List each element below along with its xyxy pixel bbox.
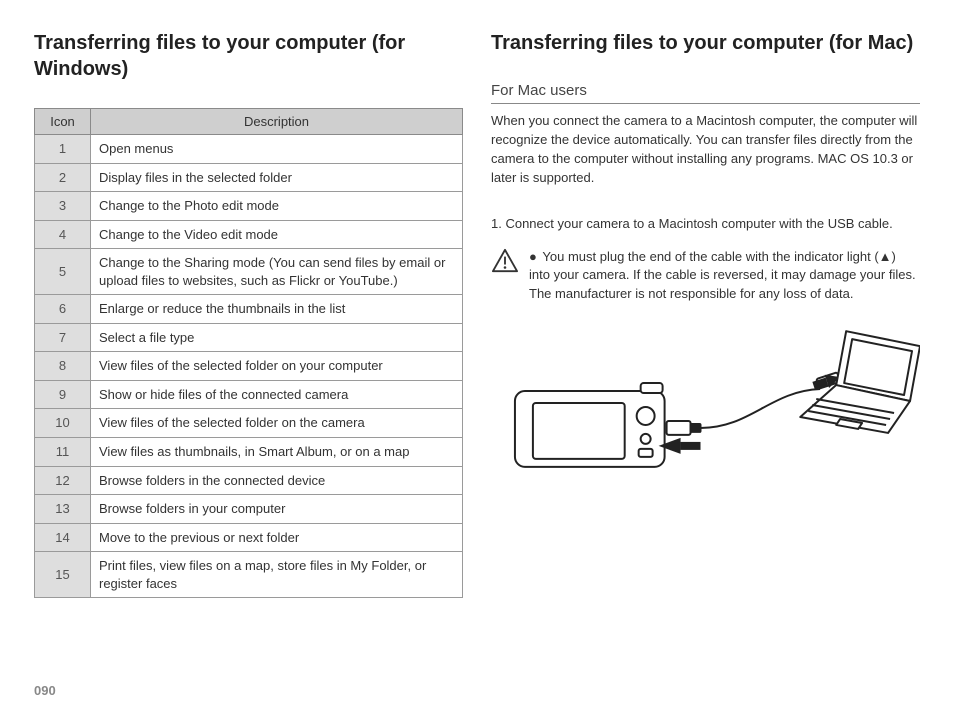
connection-diagram	[491, 321, 920, 491]
row-desc: Change to the Photo edit mode	[91, 192, 463, 221]
table-row: 9Show or hide files of the connected cam…	[35, 380, 463, 409]
row-desc: Display files in the selected folder	[91, 163, 463, 192]
row-icon: 10	[35, 409, 91, 438]
row-icon: 4	[35, 220, 91, 249]
row-icon: 9	[35, 380, 91, 409]
row-icon: 8	[35, 352, 91, 381]
right-column: Transferring files to your computer (for…	[491, 30, 920, 700]
row-icon: 7	[35, 323, 91, 352]
row-desc: Move to the previous or next folder	[91, 523, 463, 552]
row-desc: Print files, view files on a map, store …	[91, 552, 463, 598]
subheading-mac-users: For Mac users	[491, 82, 920, 104]
warning-text: ● You must plug the end of the cable wit…	[529, 248, 920, 303]
table-row: 4Change to the Video edit mode	[35, 220, 463, 249]
row-desc: Browse folders in the connected device	[91, 466, 463, 495]
warning-note: ● You must plug the end of the cable wit…	[491, 248, 920, 303]
row-icon: 15	[35, 552, 91, 598]
table-row: 11View files as thumbnails, in Smart Alb…	[35, 438, 463, 467]
table-row: 10View files of the selected folder on t…	[35, 409, 463, 438]
row-desc: Change to the Sharing mode (You can send…	[91, 249, 463, 295]
table-row: 1Open menus	[35, 135, 463, 164]
table-row: 5Change to the Sharing mode (You can sen…	[35, 249, 463, 295]
page-number: 090	[34, 683, 56, 698]
icon-description-table: Icon Description 1Open menus 2Display fi…	[34, 108, 463, 598]
warning-body: You must plug the end of the cable with …	[529, 249, 916, 300]
th-description: Description	[91, 109, 463, 135]
left-column: Transferring files to your computer (for…	[34, 30, 463, 700]
step-1: 1. Connect your camera to a Macintosh co…	[491, 215, 920, 234]
th-icon: Icon	[35, 109, 91, 135]
row-icon: 2	[35, 163, 91, 192]
row-icon: 6	[35, 295, 91, 324]
row-icon: 1	[35, 135, 91, 164]
table-row: 12Browse folders in the connected device	[35, 466, 463, 495]
row-icon: 13	[35, 495, 91, 524]
warning-icon	[491, 248, 519, 274]
row-desc: Select a file type	[91, 323, 463, 352]
row-icon: 11	[35, 438, 91, 467]
heading-windows: Transferring files to your computer (for…	[34, 30, 463, 82]
row-desc: View files of the selected folder on you…	[91, 352, 463, 381]
row-icon: 3	[35, 192, 91, 221]
table-row: 15Print files, view files on a map, stor…	[35, 552, 463, 598]
table-row: 14Move to the previous or next folder	[35, 523, 463, 552]
row-desc: View files of the selected folder on the…	[91, 409, 463, 438]
row-desc: Change to the Video edit mode	[91, 220, 463, 249]
intro-paragraph: When you connect the camera to a Macinto…	[491, 112, 920, 187]
row-icon: 14	[35, 523, 91, 552]
row-desc: Browse folders in your computer	[91, 495, 463, 524]
table-row: 7Select a file type	[35, 323, 463, 352]
row-desc: Open menus	[91, 135, 463, 164]
row-icon: 12	[35, 466, 91, 495]
table-row: 6Enlarge or reduce the thumbnails in the…	[35, 295, 463, 324]
heading-mac: Transferring files to your computer (for…	[491, 30, 920, 56]
table-row: 2Display files in the selected folder	[35, 163, 463, 192]
table-row: 3Change to the Photo edit mode	[35, 192, 463, 221]
table-row: 8View files of the selected folder on yo…	[35, 352, 463, 381]
row-desc: Enlarge or reduce the thumbnails in the …	[91, 295, 463, 324]
table-row: 13Browse folders in your computer	[35, 495, 463, 524]
row-desc: View files as thumbnails, in Smart Album…	[91, 438, 463, 467]
row-icon: 5	[35, 249, 91, 295]
row-desc: Show or hide files of the connected came…	[91, 380, 463, 409]
